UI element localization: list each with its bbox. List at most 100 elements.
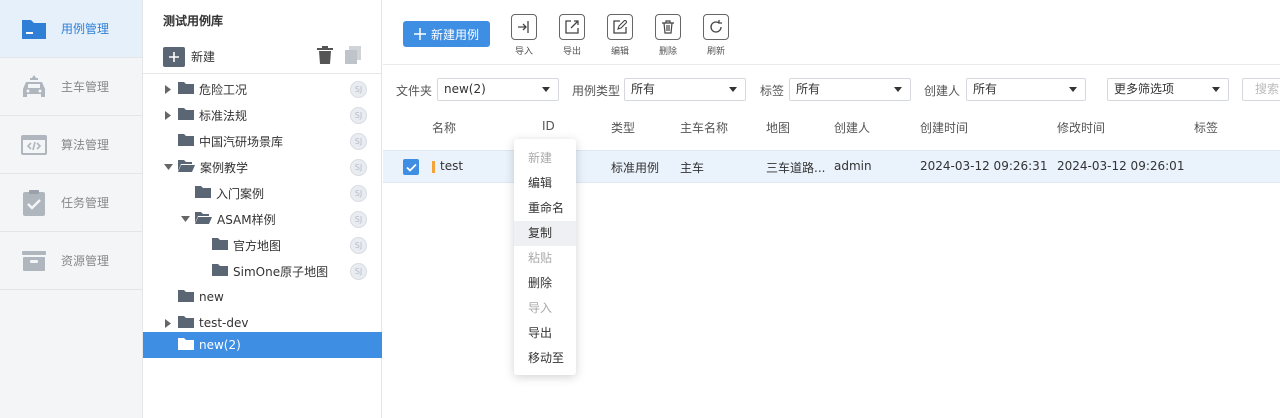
menu-item-edit[interactable]: 编辑: [514, 171, 576, 196]
menu-item-import[interactable]: 导入: [514, 296, 576, 321]
nav-label: 资源管理: [61, 254, 110, 268]
column-header[interactable]: 名称: [432, 119, 456, 136]
refresh-icon: [703, 14, 729, 40]
tag-value: 所有: [796, 82, 821, 96]
archive-box-icon: [20, 247, 48, 275]
case-library-panel: 测试用例库 新建 危险工况 SJ 标准法规 SJ 中国汽研场景库 SJ 案例教学…: [143, 0, 382, 418]
tree-node-label: 入门案例: [216, 186, 265, 201]
tree-node[interactable]: 案例教学 SJ: [143, 154, 382, 180]
column-header[interactable]: 创建时间: [920, 119, 968, 136]
tree-node-label: 标准法规: [199, 108, 248, 123]
folder-icon: [195, 185, 211, 201]
plus-icon: [413, 28, 426, 40]
folder-icon: [178, 289, 194, 305]
nav-item-vehicle-management[interactable]: 主车管理: [0, 58, 142, 116]
case-type-select[interactable]: 所有: [624, 78, 746, 101]
new-folder-button[interactable]: 新建: [191, 48, 215, 65]
export-button[interactable]: 导出: [557, 14, 587, 57]
new-case-button[interactable]: 新建用例: [403, 21, 490, 47]
search-input[interactable]: 搜索: [1242, 78, 1280, 101]
menu-item-new[interactable]: 新建: [514, 146, 576, 171]
nav-item-case-management[interactable]: 用例管理: [0, 0, 142, 58]
menu-item-export[interactable]: 导出: [514, 321, 576, 346]
nav-item-algorithm-management[interactable]: 算法管理: [0, 116, 142, 174]
creator-badge: SJ: [350, 80, 367, 98]
column-header[interactable]: 地图: [766, 119, 790, 136]
tree-node-label: new(2): [199, 338, 241, 352]
nav-item-task-management[interactable]: 任务管理: [0, 174, 142, 232]
tree-node[interactable]: 官方地图 SJ: [143, 232, 382, 258]
more-filters-select[interactable]: 更多筛选项: [1107, 78, 1229, 101]
cell-name[interactable]: test: [440, 159, 463, 173]
menu-item-delete[interactable]: 删除: [514, 271, 576, 296]
menu-item-rename[interactable]: 重命名: [514, 196, 576, 221]
tree-node[interactable]: 危险工况 SJ: [143, 76, 382, 102]
tree-node[interactable]: 中国汽研场景库 SJ: [143, 128, 382, 154]
column-header[interactable]: ID: [542, 119, 555, 133]
tree-node[interactable]: ASAM样例 SJ: [143, 206, 382, 232]
row-checkbox[interactable]: [403, 159, 419, 175]
folder-open-icon: [195, 211, 212, 227]
tree-node[interactable]: 标准法规 SJ: [143, 102, 382, 128]
car-icon: [20, 73, 48, 101]
refresh-button[interactable]: 刷新: [701, 14, 731, 57]
creator-badge: SJ: [350, 236, 367, 254]
caret-down-icon[interactable]: [163, 162, 173, 172]
caret-right-icon[interactable]: [163, 318, 173, 328]
caret-down-icon: [1069, 87, 1077, 92]
caret-right-icon[interactable]: [163, 84, 173, 94]
code-icon: [20, 131, 48, 159]
tree-node-selected[interactable]: new(2): [143, 332, 382, 358]
tree-node[interactable]: 入门案例 SJ: [143, 180, 382, 206]
edit-button[interactable]: 编辑: [605, 14, 635, 57]
delete-button[interactable]: 删除: [653, 14, 683, 57]
folder-icon: [212, 237, 228, 253]
export-icon: [559, 14, 585, 40]
menu-item-move-to[interactable]: 移动至: [514, 346, 576, 371]
creator-badge: SJ: [350, 132, 367, 150]
column-header[interactable]: 标签: [1194, 119, 1218, 136]
folder-filter-label: 文件夹: [396, 84, 433, 98]
tree-node-label: 官方地图: [233, 238, 282, 253]
copy-icon[interactable]: [345, 46, 361, 67]
caret-right-icon[interactable]: [163, 110, 173, 120]
clipboard-check-icon: [20, 189, 48, 217]
column-header[interactable]: 修改时间: [1057, 119, 1105, 136]
cell-map: 三车道路...: [766, 161, 826, 175]
folder-select[interactable]: new(2): [437, 78, 559, 101]
cell-vehicle: 主车: [680, 161, 705, 175]
tree-node-label: test-dev: [199, 316, 249, 330]
tree-node-label: new: [199, 290, 224, 304]
plus-icon[interactable]: [163, 46, 185, 67]
creator-value: 所有: [973, 82, 998, 96]
tree-node[interactable]: SimOne原子地图 SJ: [143, 258, 382, 284]
folder-icon: [178, 133, 194, 149]
tree-node-label: ASAM样例: [217, 212, 276, 227]
creator-badge: SJ: [350, 210, 367, 228]
menu-item-copy[interactable]: 复制: [514, 221, 576, 246]
tree-node[interactable]: new: [143, 284, 382, 310]
column-header[interactable]: 创建人: [834, 119, 870, 136]
column-header[interactable]: 类型: [611, 119, 635, 136]
folder-icon: [178, 337, 194, 353]
tree-node-label: 危险工况: [199, 82, 248, 97]
menu-item-paste[interactable]: 粘贴: [514, 246, 576, 271]
import-button[interactable]: 导入: [509, 14, 539, 57]
caret-down-icon: [542, 87, 550, 92]
folder-icon: [178, 81, 194, 97]
folder-select-value: new(2): [444, 82, 486, 96]
caret-down-icon: [729, 87, 737, 92]
nav-item-resource-management[interactable]: 资源管理: [0, 232, 142, 290]
tag-select[interactable]: 所有: [789, 78, 911, 101]
caret-down-icon: [894, 87, 902, 92]
creator-select[interactable]: 所有: [966, 78, 1086, 101]
main-nav: 用例管理 主车管理 算法管理 任务管理 资源管理: [0, 0, 143, 418]
cell-creator: admin: [834, 159, 872, 173]
trash-icon[interactable]: [317, 46, 333, 67]
panel-title: 测试用例库: [163, 14, 224, 28]
folder-icon: [212, 263, 228, 279]
cell-type: 标准用例: [611, 161, 660, 175]
refresh-label: 刷新: [706, 47, 725, 57]
column-header[interactable]: 主车名称: [680, 119, 728, 136]
caret-down-icon[interactable]: [180, 214, 190, 224]
